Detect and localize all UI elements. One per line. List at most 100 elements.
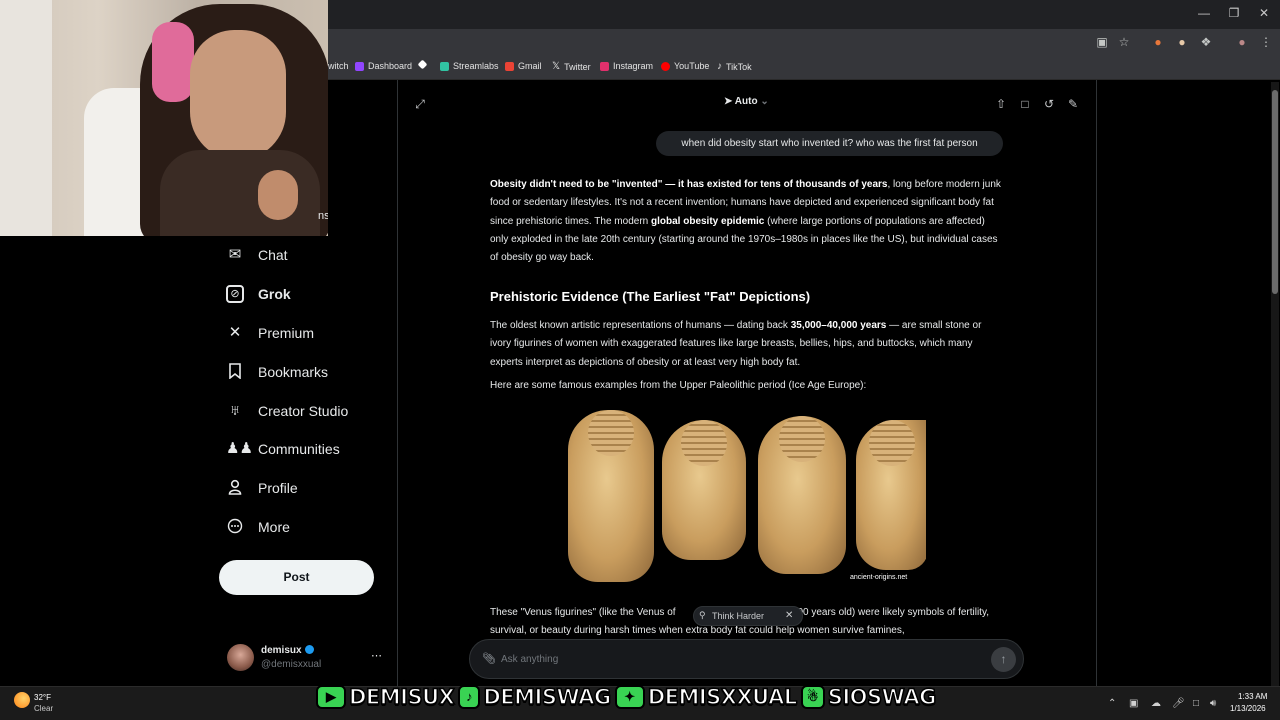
response-paragraph-examples: Here are some famous examples from the U… — [490, 380, 867, 391]
snapchat-icon: ☃ — [800, 685, 825, 709]
social-handle: DEMISXXUAL — [647, 684, 798, 710]
grok-icon: ⊘ — [226, 285, 244, 303]
more-dots-icon[interactable]: ⋯ — [371, 649, 382, 662]
twitter-bird-icon: ✦ — [614, 685, 645, 709]
bookmark-chat-icon[interactable]: □ — [1017, 96, 1033, 112]
microphone-icon[interactable]: 🎤︎ — [1172, 698, 1185, 709]
bookmark-streamlabs[interactable]: Streamlabs — [440, 61, 499, 71]
venus-figurines-image[interactable] — [566, 404, 926, 588]
bookmark-label: YouTube — [674, 61, 710, 71]
profile-avatar-icon[interactable]: ● — [1234, 34, 1250, 50]
install-app-icon[interactable]: ▣ — [1094, 34, 1110, 50]
sidebar-item-bookmarks[interactable]: Bookmarks — [226, 360, 328, 384]
webcam-overlay: ns — [0, 0, 328, 236]
clock-time: 1:33 AM — [1238, 692, 1268, 701]
response-intro: Obesity didn't need to be "invented" — i… — [490, 176, 1005, 267]
paperclip-icon[interactable]: 📎︎ — [482, 652, 496, 665]
bookmark-dashboard[interactable]: Dashboard — [355, 61, 412, 71]
extension-fox-icon[interactable]: ● — [1150, 34, 1166, 50]
bookmark-label: witch — [328, 61, 349, 71]
sidebar-item-label: Chat — [258, 247, 288, 263]
sidebar-item-label: Bookmarks — [258, 364, 329, 380]
tray-chevron-icon[interactable]: ⌃ — [1108, 698, 1116, 709]
sidebar-item-label: Grok — [258, 286, 291, 302]
social-handle: DEMISWAG — [483, 684, 612, 710]
bookmark-icon — [226, 363, 244, 381]
sidebar-item-premium[interactable]: ✕ Premium — [226, 321, 314, 345]
rocket-icon: ➤ — [724, 96, 735, 107]
sidebar-item-communities[interactable]: ♟♟ Communities — [226, 437, 340, 461]
bookmark-instagram[interactable]: Instagram — [600, 61, 653, 71]
tiktok-icon: ♪ — [717, 61, 722, 72]
minimize-icon[interactable]: — — [1187, 6, 1221, 20]
bookmark-youtube[interactable]: YouTube — [661, 61, 709, 71]
instagram-icon — [600, 61, 609, 71]
tiktok-icon: ♪ — [458, 685, 481, 709]
bookmark-twitch[interactable]: witch — [328, 61, 349, 71]
restore-icon[interactable]: ❐ — [1217, 6, 1251, 20]
network-icon[interactable]: □ — [1193, 698, 1199, 709]
account-switcher[interactable]: demisux @demisxxual ⋯ — [227, 643, 387, 673]
bookmark-gmail[interactable]: Gmail — [505, 61, 542, 71]
post-button[interactable]: Post — [219, 560, 374, 595]
weather-icon[interactable] — [14, 692, 30, 708]
twitch-icon — [355, 61, 364, 71]
share-icon[interactable]: ⇧ — [993, 96, 1009, 112]
bookmark-twitter[interactable]: 𝕏 Twitter — [552, 61, 591, 72]
main-divider — [1096, 80, 1097, 686]
expand-icon[interactable]: ⤢ — [412, 96, 428, 112]
volume-icon[interactable]: 🔊︎ — [1210, 698, 1216, 709]
extension-icon[interactable]: ● — [1174, 34, 1190, 50]
send-button[interactable]: ↑ — [991, 647, 1016, 672]
chevron-down-icon: ⌄ — [757, 96, 769, 107]
gmail-icon — [505, 61, 514, 71]
sidebar-item-chat[interactable]: ✉ Chat — [226, 243, 288, 267]
kebab-menu-icon[interactable]: ⋮ — [1258, 34, 1274, 50]
sidebar-item-more[interactable]: More — [226, 515, 290, 539]
x-logo-icon: ✕ — [228, 324, 242, 341]
tray-app-icon[interactable]: ▣ — [1129, 698, 1138, 709]
puzzle-icon[interactable]: ❖ — [1198, 34, 1214, 50]
ask-input[interactable] — [501, 648, 971, 670]
bookmark-tiktok[interactable]: ♪ TikTok — [717, 61, 752, 72]
social-youtube: ▶ DEMISUX — [316, 684, 456, 710]
bookmark-label: Twitter — [564, 61, 591, 72]
star-icon[interactable]: ☆ — [1116, 34, 1132, 50]
profile-icon — [226, 479, 244, 497]
tray-cloud-icon[interactable]: ☁ — [1151, 698, 1161, 709]
section-heading: Prehistoric Evidence (The Earliest "Fat"… — [490, 289, 811, 304]
history-icon[interactable]: ↺ — [1041, 96, 1057, 112]
lightbulb-icon: ⚲ — [699, 610, 706, 620]
social-snapchat: ☃ SIOSWAG — [800, 684, 937, 710]
sidebar-item-label: More — [258, 519, 290, 535]
clock-date: 1/13/2026 — [1230, 704, 1266, 713]
mail-icon: ✉ — [228, 246, 242, 263]
webcam-streamer-face — [190, 30, 286, 160]
paragraph-text: These "Venus figurines" (like the Venus … — [490, 607, 676, 618]
figurine-head — [779, 416, 825, 462]
close-window-icon[interactable]: ✕ — [1247, 6, 1280, 20]
scrollbar-thumb[interactable] — [1272, 90, 1278, 294]
x-icon: 𝕏 — [552, 61, 561, 72]
new-chat-icon[interactable]: ✎ — [1065, 96, 1081, 112]
sidebar-item-grok[interactable]: ⊘ Grok — [226, 282, 291, 306]
youtube-icon — [661, 61, 670, 71]
social-handles-overlay: ▶ DEMISUX ♪ DEMISWAG ✦ DEMISXXUAL ☃ SIOS… — [316, 682, 937, 712]
sidebar-item-creator-studio[interactable]: ♅ Creator Studio — [226, 399, 348, 423]
image-caption: ancient-origins.net — [850, 574, 908, 581]
sidebar-item-label: Profile — [258, 480, 298, 496]
verified-badge-icon — [304, 645, 314, 654]
bookmark-diamond[interactable] — [417, 59, 428, 70]
headphones-icon — [152, 22, 194, 102]
account-name-text: demisux — [261, 645, 302, 656]
communities-icon: ♟♟ — [226, 440, 253, 457]
mode-selector[interactable]: ➤ Auto ⌄ — [724, 96, 769, 107]
paragraph-text: The oldest known artistic representation… — [490, 320, 791, 331]
avatar — [227, 644, 254, 671]
sidebar-item-label: Communities — [258, 441, 340, 457]
sidebar-divider — [397, 80, 398, 686]
figurine-head — [681, 420, 727, 466]
sidebar-item-profile[interactable]: Profile — [226, 476, 298, 500]
webcam-streamer-hand — [258, 170, 298, 220]
close-icon[interactable]: ✕ — [785, 610, 793, 621]
